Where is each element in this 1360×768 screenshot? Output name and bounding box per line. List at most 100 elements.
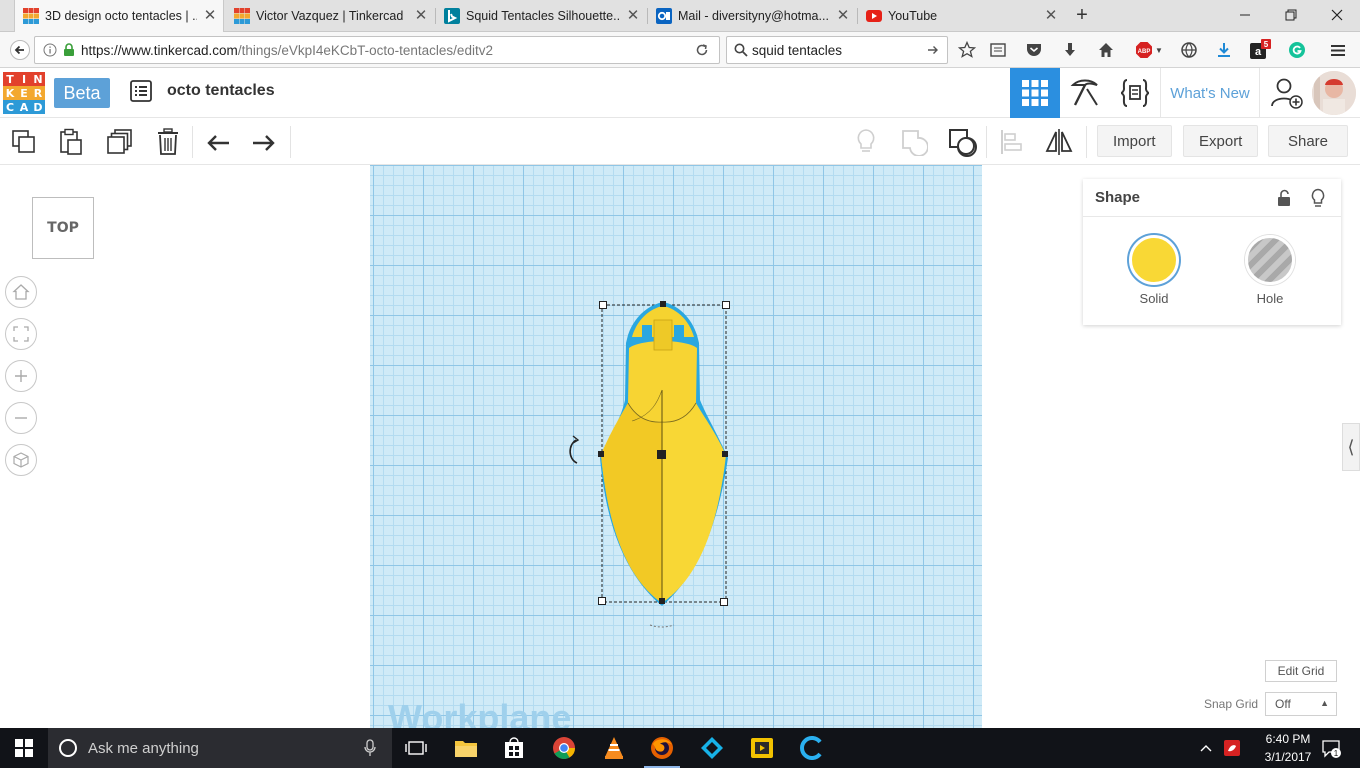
reload-icon[interactable] (695, 43, 709, 57)
close-icon[interactable]: ✕ (414, 8, 428, 23)
perspective-button[interactable] (5, 444, 37, 476)
microphone-icon[interactable] (364, 739, 376, 757)
paste-button[interactable] (55, 126, 87, 158)
resize-handle (722, 301, 730, 309)
kodi-icon[interactable] (688, 728, 736, 768)
group-button[interactable] (946, 126, 978, 158)
import-button[interactable]: Import (1097, 125, 1172, 157)
add-user-button[interactable] (1262, 68, 1312, 118)
tray-chevron-up-icon[interactable] (1194, 728, 1218, 768)
list-menu-icon[interactable] (130, 80, 152, 102)
download-icon[interactable] (1212, 38, 1236, 62)
lightbulb-icon (857, 129, 875, 152)
copy-button[interactable] (8, 126, 40, 158)
vlc-icon[interactable] (590, 728, 638, 768)
notification-center-icon[interactable]: 1 (1318, 728, 1344, 768)
browser-tab[interactable]: Victor Vazquez | Tinkercad ✕ (226, 0, 434, 32)
ungroup-button[interactable] (898, 126, 930, 158)
reading-list-icon[interactable] (986, 38, 1010, 62)
undo-button[interactable] (202, 126, 234, 158)
download-arrow-icon[interactable] (1058, 38, 1082, 62)
clock[interactable]: 6:40 PM 3/1/2017 (1252, 730, 1324, 766)
edit-grid-button[interactable]: Edit Grid (1265, 660, 1337, 682)
pocket-icon[interactable] (1022, 38, 1046, 62)
selected-shape[interactable] (370, 165, 982, 728)
solid-color-swatch[interactable] (1129, 235, 1179, 285)
search-input[interactable]: squid tentacles (752, 43, 842, 58)
search-bar[interactable]: squid tentacles (726, 36, 948, 64)
panel-collapse-chevron-icon[interactable]: ⟨ (1342, 423, 1360, 471)
close-icon[interactable]: ✕ (626, 8, 640, 23)
extension-globe-icon[interactable] (1177, 38, 1201, 62)
arrow-right-icon[interactable] (927, 44, 939, 56)
hole-option[interactable]: Hole (1230, 235, 1310, 306)
grammarly-icon[interactable] (1285, 38, 1309, 62)
amazon-extension-icon[interactable]: a5 (1248, 38, 1272, 62)
info-icon[interactable] (43, 43, 57, 57)
close-window-icon[interactable] (1314, 0, 1360, 30)
close-icon[interactable]: ✕ (836, 8, 850, 23)
redo-button[interactable] (248, 126, 280, 158)
svg-text:a: a (1255, 46, 1262, 58)
video-app-icon[interactable] (738, 728, 786, 768)
hamburger-menu-icon[interactable] (1326, 38, 1350, 62)
cortana-c-app-icon[interactable] (788, 728, 836, 768)
clock-date: 3/1/2017 (1264, 750, 1312, 764)
chrome-icon[interactable] (540, 728, 588, 768)
lock-icon[interactable] (1273, 187, 1295, 209)
fit-view-button[interactable] (5, 318, 37, 350)
back-icon[interactable] (8, 38, 32, 62)
blocks-view-button[interactable] (1060, 68, 1110, 118)
avatar[interactable] (1312, 71, 1356, 115)
browser-tab[interactable]: YouTube ✕ (858, 0, 1064, 32)
start-button[interactable] (0, 728, 48, 768)
hole-swatch[interactable] (1245, 235, 1295, 285)
codeblocks-view-button[interactable] (1110, 68, 1160, 118)
home-view-button[interactable] (5, 276, 37, 308)
show-all-button[interactable] (850, 126, 882, 158)
home-icon[interactable] (1094, 38, 1118, 62)
align-button[interactable] (996, 126, 1028, 158)
solid-option[interactable]: Solid (1114, 235, 1194, 306)
close-icon[interactable]: ✕ (1044, 8, 1058, 23)
browser-tab[interactable]: Mail - diversityny@hotma... ✕ (648, 0, 856, 32)
3d-view-button[interactable] (1010, 68, 1060, 118)
lightbulb-icon[interactable] (1307, 187, 1329, 209)
outlook-favicon-icon (656, 8, 672, 24)
browser-tab-active[interactable]: 3D design octo tentacles | ... ✕ (14, 0, 224, 32)
browser-tab[interactable]: Squid Tentacles Silhouette... ✕ (436, 0, 646, 32)
whats-new-link[interactable]: What's New (1160, 68, 1260, 118)
duplicate-button[interactable] (104, 126, 136, 158)
taskbar-search-input[interactable]: Ask me anything (88, 740, 199, 757)
chevron-down-icon[interactable]: ▼ (1155, 46, 1163, 55)
mirror-button[interactable] (1043, 126, 1075, 158)
view-cube[interactable]: TOP (32, 197, 94, 259)
undo-icon (207, 135, 229, 151)
firefox-icon[interactable] (638, 728, 686, 768)
share-button[interactable]: Share (1268, 125, 1348, 157)
delete-button[interactable] (152, 126, 184, 158)
tray-app-icon[interactable] (1220, 728, 1244, 768)
minimize-icon[interactable] (1222, 0, 1268, 30)
restore-icon[interactable] (1268, 0, 1314, 30)
close-icon[interactable]: ✕ (203, 8, 217, 23)
task-view-icon[interactable] (392, 728, 440, 768)
tinkercad-logo[interactable]: T I N K E R C A D (3, 72, 45, 114)
tinkercad-favicon-icon (23, 8, 39, 24)
zoom-out-button[interactable] (5, 402, 37, 434)
store-icon[interactable] (490, 728, 538, 768)
address-bar[interactable]: https://www.tinkercad.com/things/eVkpI4e… (34, 36, 720, 64)
export-button[interactable]: Export (1183, 125, 1259, 157)
file-explorer-icon[interactable] (442, 728, 490, 768)
design-title[interactable]: octo tentacles (167, 82, 275, 100)
duplicate-icon (107, 129, 132, 154)
toolbar-divider (192, 126, 193, 158)
cortana-search-box[interactable]: Ask me anything (48, 728, 392, 768)
adblock-plus-icon[interactable]: ABP ▼ (1132, 38, 1166, 62)
zoom-in-button[interactable] (5, 360, 37, 392)
snap-grid-select[interactable]: Off ▲ (1265, 692, 1337, 716)
pickaxe-icon (1070, 79, 1098, 106)
bookmark-star-icon[interactable] (955, 38, 979, 62)
workplane[interactable]: Workplane (370, 165, 982, 728)
new-tab-button[interactable]: + (1070, 4, 1094, 28)
